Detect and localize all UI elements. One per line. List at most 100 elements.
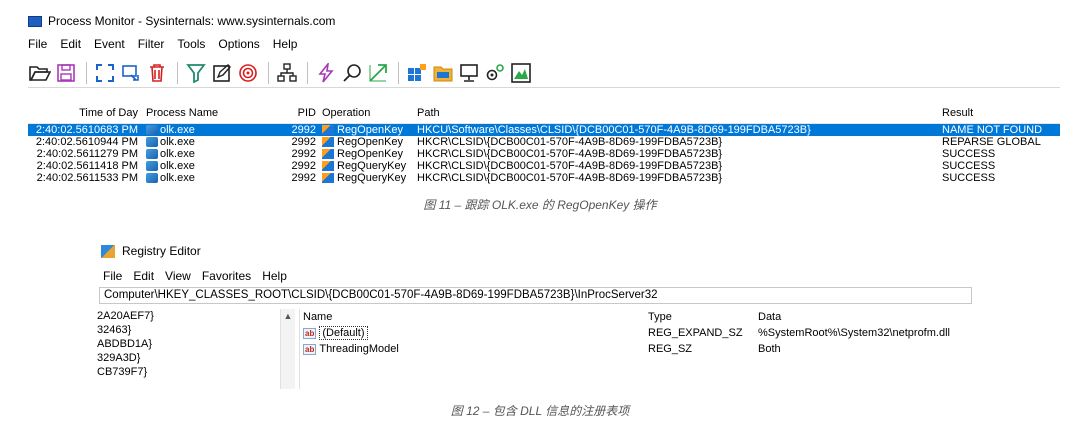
table-row[interactable]: 2:40:02.5611279 PM olk.exe 2992 RegOpenK… [28, 148, 1060, 160]
autoscroll-icon[interactable] [93, 61, 117, 85]
col-result[interactable]: Result [940, 107, 1060, 119]
col-name[interactable]: Name [301, 311, 648, 323]
menu-view[interactable]: View [165, 269, 191, 283]
process-icon [146, 149, 158, 159]
menu-help[interactable]: Help [262, 269, 287, 283]
cell-operation: RegQueryKey [320, 172, 415, 184]
procmon-app-icon [28, 15, 42, 27]
cell-time: 2:40:02.5611533 PM [36, 172, 138, 184]
menu-help[interactable]: Help [273, 37, 298, 55]
clear-icon[interactable] [145, 61, 169, 85]
col-type[interactable]: Type [648, 311, 758, 323]
cell-operation: RegOpenKey [320, 136, 415, 148]
value-data: %SystemRoot%\System32\netprofm.dll [758, 327, 950, 339]
tree-item[interactable]: 329A3D} [97, 351, 297, 365]
toolbar-separator [398, 61, 399, 84]
registry-icon[interactable] [405, 61, 429, 85]
menu-filter[interactable]: Filter [138, 37, 165, 55]
tree-item[interactable]: 32463} [97, 323, 297, 337]
cell-pid: 2992 [291, 160, 316, 172]
capture-icon[interactable] [119, 61, 143, 85]
tree-scrollbar[interactable]: ▲ [280, 309, 295, 389]
value-name: (Default) [319, 326, 368, 340]
process-icon [146, 161, 158, 171]
cell-process-name: olk.exe [160, 136, 195, 148]
values-list: Name Type Data ab (Default) REG_EXPAND_S… [301, 309, 971, 357]
col-data[interactable]: Data [758, 311, 968, 323]
cell-result: NAME NOT FOUND [942, 124, 1043, 136]
menu-file[interactable]: File [28, 37, 47, 55]
cell-operation-name: RegOpenKey [337, 124, 404, 136]
list-item[interactable]: ab (Default) REG_EXPAND_SZ %SystemRoot%\… [301, 325, 971, 341]
table-row[interactable]: 2:40:02.5611533 PM olk.exe 2992 RegQuery… [28, 172, 1060, 184]
menu-options[interactable]: Options [218, 37, 259, 55]
open-icon[interactable] [28, 61, 52, 85]
jump-icon[interactable] [366, 61, 390, 85]
table-row[interactable]: 2:40:02.5611418 PM olk.exe 2992 RegQuery… [28, 160, 1060, 172]
cell-operation: RegQueryKey [320, 160, 415, 172]
pane-splitter[interactable] [299, 309, 300, 389]
table-row[interactable]: 2:40:02.5610683 PM olk.exe 2992 RegOpenK… [28, 124, 1060, 136]
value-data: Both [758, 343, 781, 355]
tree-item[interactable]: 2A20AEF7} [97, 309, 297, 323]
highlight-icon[interactable] [210, 61, 234, 85]
process-tree-icon[interactable] [275, 61, 299, 85]
string-value-icon: ab [303, 343, 317, 355]
cell-operation-name: RegQueryKey [337, 160, 407, 172]
toolbar-separator [268, 61, 269, 84]
tree-item[interactable]: ABDBD1A} [97, 337, 297, 351]
procmon-titlebar: Process Monitor - Sysinternals: www.sysi… [28, 10, 335, 32]
registry-op-icon [322, 173, 334, 183]
toolbar-separator [177, 61, 178, 84]
scroll-up-icon[interactable]: ▲ [281, 311, 295, 321]
procmon-title: Process Monitor - Sysinternals: www.sysi… [48, 14, 336, 28]
cell-process: olk.exe [142, 172, 264, 184]
regedit-titlebar: Registry Editor [101, 244, 201, 258]
cell-process-name: olk.exe [160, 124, 195, 136]
key-tree: 2A20AEF7} 32463} ABDBD1A} 329A3D} CB739F… [97, 309, 297, 389]
col-pid[interactable]: PID [264, 107, 320, 119]
menu-tools[interactable]: Tools [177, 37, 205, 55]
procmon-window: Process Monitor - Sysinternals: www.sysi… [28, 10, 1060, 188]
regedit-window: Registry Editor File Edit View Favorites… [97, 238, 972, 390]
registry-op-icon [322, 137, 334, 147]
menu-edit[interactable]: Edit [60, 37, 81, 55]
cell-result: SUCCESS [942, 148, 996, 160]
cell-process-name: olk.exe [160, 148, 195, 160]
regedit-menubar: File Edit View Favorites Help [103, 269, 298, 283]
col-operation[interactable]: Operation [320, 107, 415, 119]
cell-pid: 2992 [291, 172, 316, 184]
process-icon [146, 137, 158, 147]
tree-item[interactable]: CB739F7} [97, 365, 297, 379]
col-time[interactable]: Time of Day [28, 107, 142, 119]
list-item[interactable]: ab ThreadingModel REG_SZ Both [301, 341, 971, 357]
cell-time: 2:40:02.5610944 PM [35, 136, 138, 148]
menu-edit[interactable]: Edit [133, 269, 154, 283]
cell-result: SUCCESS [942, 160, 996, 172]
menu-event[interactable]: Event [94, 37, 125, 55]
col-path[interactable]: Path [415, 107, 940, 119]
procmon-menubar: File Edit Event Filter Tools Options Hel… [28, 37, 310, 55]
find-icon[interactable] [340, 61, 364, 85]
menu-favorites[interactable]: Favorites [202, 269, 251, 283]
value-name-cell: ab (Default) [301, 326, 648, 340]
address-bar[interactable]: Computer\HKEY_CLASSES_ROOT\CLSID\{DCB00C… [99, 287, 972, 304]
menu-file[interactable]: File [103, 269, 122, 283]
cell-pid: 2992 [291, 148, 316, 160]
value-name: ThreadingModel [319, 343, 399, 355]
col-process[interactable]: Process Name [142, 107, 264, 119]
value-name-cell: ab ThreadingModel [301, 343, 648, 355]
cell-pid: 2992 [291, 124, 316, 136]
event-icon[interactable] [314, 61, 338, 85]
filesystem-icon[interactable] [431, 61, 455, 85]
save-icon[interactable] [54, 61, 78, 85]
process-activity-icon[interactable] [483, 61, 507, 85]
toolbar-separator [86, 61, 87, 84]
table-row[interactable]: 2:40:02.5610944 PM olk.exe 2992 RegOpenK… [28, 136, 1060, 148]
target-icon[interactable] [236, 61, 260, 85]
event-table: Time of Day Process Name PID Operation P… [28, 102, 1060, 184]
network-icon[interactable] [457, 61, 481, 85]
event-table-header: Time of Day Process Name PID Operation P… [28, 102, 1060, 124]
filter-icon[interactable] [184, 61, 208, 85]
profiling-icon[interactable] [509, 61, 533, 85]
